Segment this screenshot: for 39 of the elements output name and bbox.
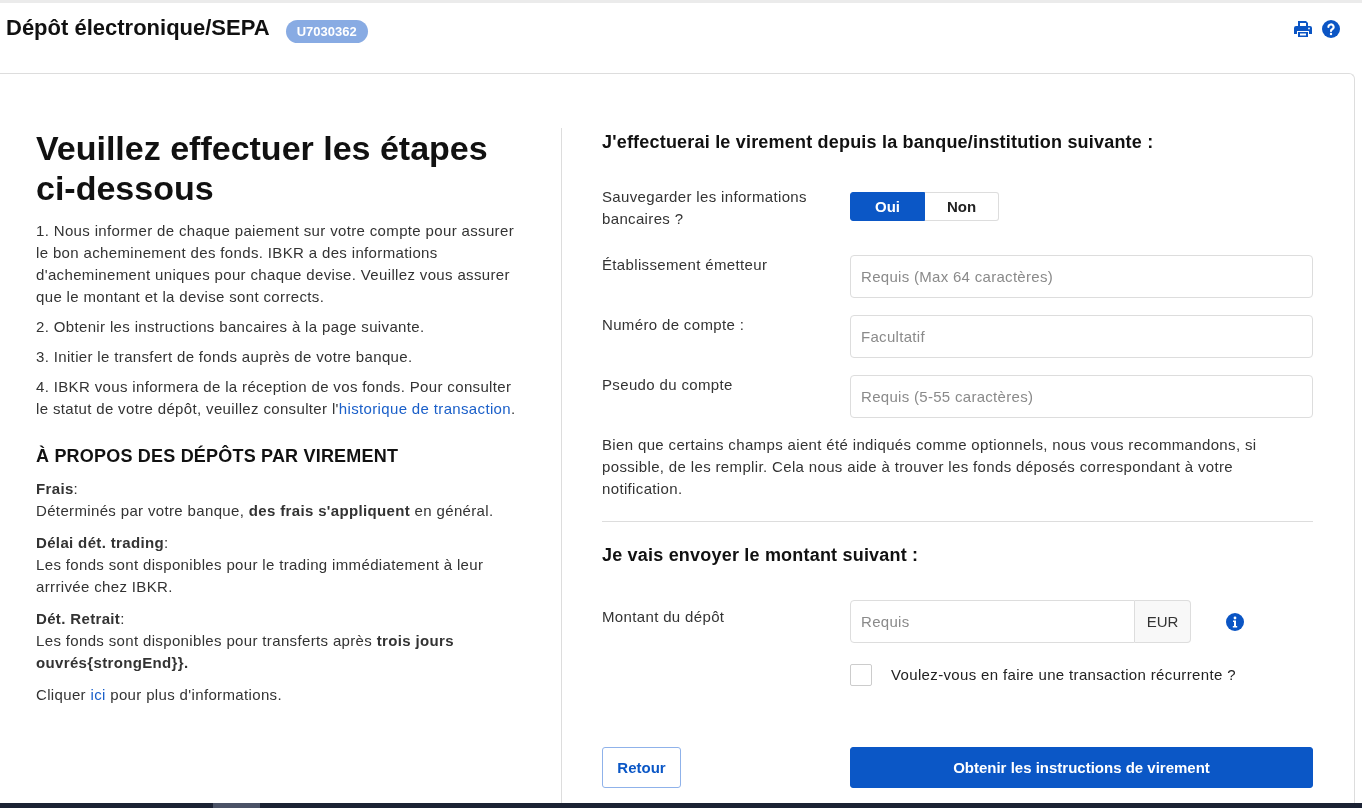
about-heading: À PROPOS DES DÉPÔTS PAR VIREMENT — [36, 444, 400, 468]
field-label: Sauvegarder les informations bancaires ? — [602, 187, 808, 229]
amount-section-heading: Je vais envoyer le montant suivant : — [602, 544, 920, 567]
checkbox[interactable] — [850, 664, 872, 686]
more-info-text: Cliquer ici pour plus d'informations. — [36, 685, 283, 705]
term-description: Déterminés par votre banque, des frais s'appliquent en général. — [36, 501, 495, 521]
term-label: Dét. Retrait: — [36, 609, 126, 629]
bank-section-heading: J'effectuerai le virement depuis la banque/institution suivante : — [602, 131, 1155, 154]
info-icon[interactable] — [1226, 613, 1244, 631]
submit-button[interactable]: Obtenir les instructions de virement — [850, 747, 1313, 788]
term-label: Délai dét. trading: — [36, 533, 170, 553]
account-badge: U7030362 — [285, 20, 368, 43]
print-icon[interactable] — [1294, 21, 1312, 37]
currency-label: EUR — [1135, 600, 1191, 643]
page-title: Dépôt électronique/SEPA — [6, 15, 270, 41]
step-text: 3. Initier le transfert de fonds auprès de votre banque. — [36, 347, 414, 367]
field-label: Établissement émetteur — [602, 255, 769, 275]
term-description: Les fonds sont disponibles pour le trading immédiatement à leur arrrivée chez IBKR. — [36, 555, 485, 597]
more-info-link[interactable]: ici — [90, 686, 106, 703]
horizontal-scrollbar[interactable] — [0, 803, 1362, 808]
amount-field[interactable]: Requis — [850, 600, 1135, 643]
toggle-option[interactable]: Non — [925, 192, 999, 221]
back-button[interactable]: Retour — [602, 747, 681, 788]
field-label: Pseudo du compte — [602, 375, 734, 395]
field-label: Numéro de compte : — [602, 315, 746, 335]
step-text: 2. Obtenir les instructions bancaires à la page suivante. — [36, 317, 426, 337]
checkbox-label: Voulez-vous en faire une transaction récurrente ? — [891, 665, 1236, 685]
instructions-heading: Veuillez effectuer les étapes ci-dessous — [36, 128, 489, 208]
field-label: Montant du dépôt — [602, 607, 726, 627]
step-text: 4. IBKR vous informera de la réception de vos fonds. Pour consulter le statut de votre dépôt, veuillez consulter l'historique de transaction. — [36, 377, 517, 419]
term-description: Les fonds sont disponibles pour transferts après trois jours ouvrés{strongEnd}}. — [36, 631, 455, 673]
step-text: 1. Nous informer de chaque paiement sur votre compte pour assurer le bon acheminement des fonds. IBKR a des informations d'acheminement uniques pour chaque devise. Veuillez vous assurer que le montant et la devise sont corrects. — [36, 221, 515, 307]
input-field[interactable]: Facultatif — [850, 315, 1313, 358]
help-icon[interactable] — [1322, 20, 1340, 38]
form-note: Bien que certains champs aient été indiqués comme optionnels, nous vous recommandons, si possible, de les remplir. Cela nous aide à trouver les fonds déposés correspondant à votre notification. — [602, 435, 1258, 499]
input-field[interactable]: Requis (5-55 caractères) — [850, 375, 1313, 418]
input-field[interactable]: Requis (Max 64 caractères) — [850, 255, 1313, 298]
term-label: Frais: — [36, 479, 80, 499]
toggle-option[interactable]: Oui — [850, 192, 925, 221]
